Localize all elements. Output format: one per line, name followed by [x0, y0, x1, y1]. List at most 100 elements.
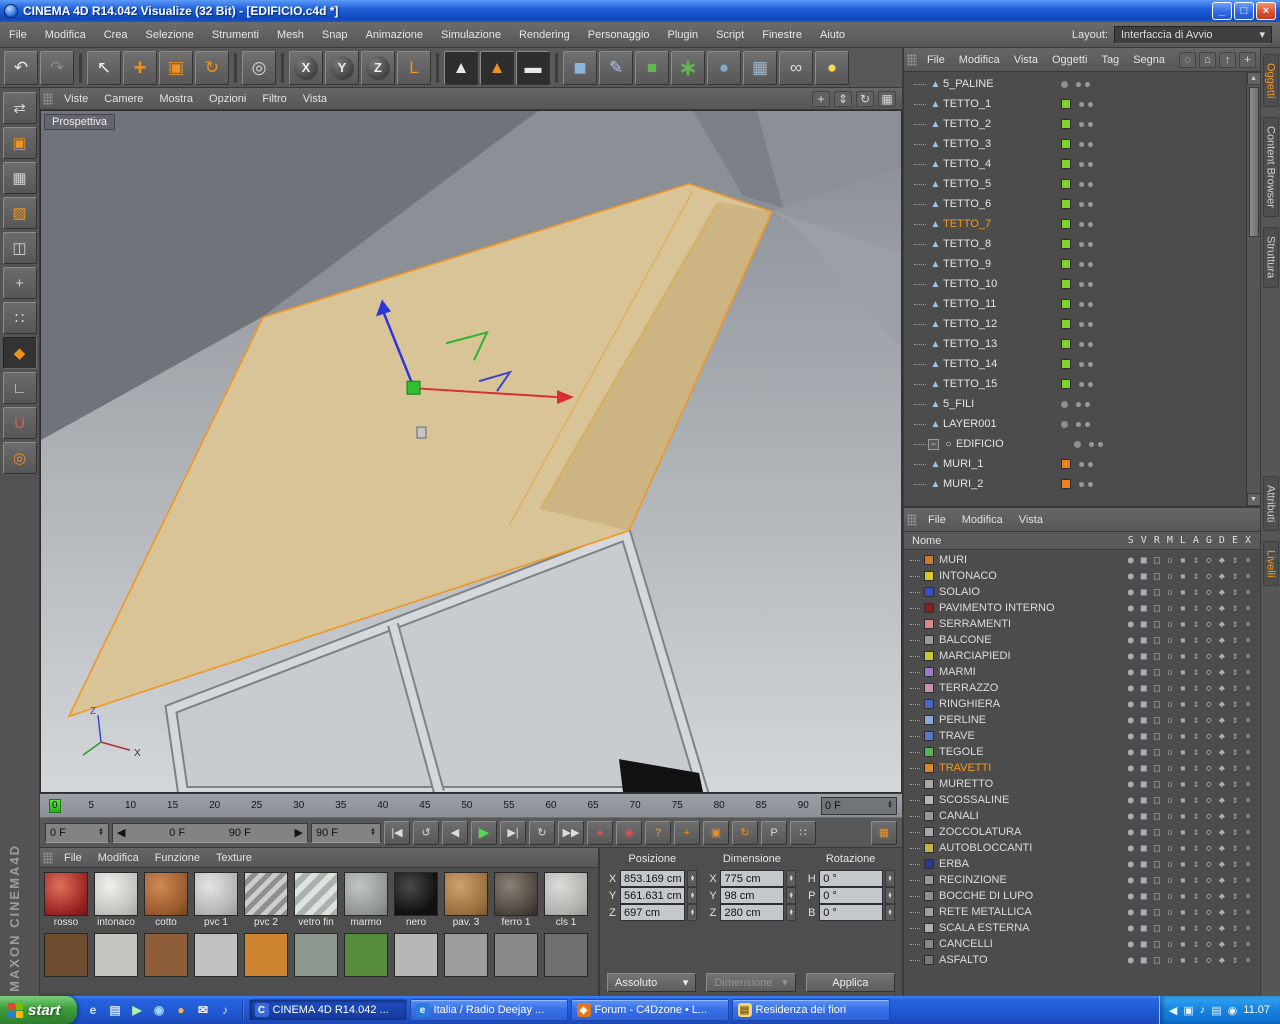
layout-select[interactable]: Interfaccia di Avvio ▾ [1114, 25, 1272, 44]
workplane-icon[interactable]: ◫ [2, 232, 37, 264]
timeline-tick[interactable]: 65 [587, 800, 598, 811]
object-name[interactable]: TETTO_3 [943, 138, 1051, 150]
stepper[interactable]: ▲ ▼ [687, 904, 698, 921]
object-name[interactable]: TETTO_11 [943, 298, 1051, 310]
material-item[interactable]: vetro fin [293, 872, 339, 929]
visibility-dots[interactable] [1076, 401, 1090, 407]
layer-manager-menu-item[interactable]: Modifica [954, 514, 1011, 526]
keyframe-presets-icon[interactable]: ▦ [871, 820, 897, 845]
layer-name[interactable]: ERBA [939, 858, 1128, 870]
light-icon[interactable]: ● [815, 50, 849, 85]
side-tab[interactable]: Content Browser [1262, 117, 1279, 218]
visibility-dots[interactable] [1076, 81, 1090, 87]
coordinate-field[interactable]: 98 cm [720, 887, 785, 904]
timeline-tick[interactable]: 85 [756, 800, 767, 811]
layer-row[interactable]: TERRAZZO ●■□▫▪↕◇◆↕× [904, 680, 1260, 696]
visibility-dots[interactable] [1079, 221, 1093, 227]
layer-row[interactable]: PERLINE ●■□▫▪↕◇◆↕× [904, 712, 1260, 728]
layer-row[interactable]: RINGHIERA ●■□▫▪↕◇◆↕× [904, 696, 1260, 712]
object-name[interactable]: TETTO_1 [943, 98, 1051, 110]
layer-color-chip[interactable] [924, 667, 934, 677]
layer-color-chip[interactable] [924, 859, 934, 869]
music-icon[interactable]: ♪ [217, 1002, 234, 1019]
layer-toggle-icons[interactable]: ●■□▫▪↕◇◆↕× [1128, 955, 1260, 966]
menu-item[interactable]: Strumenti [203, 29, 268, 41]
side-tab[interactable]: Oggetti [1262, 54, 1279, 108]
end-frame-field[interactable]: 90 F ▲ ▼ [311, 822, 381, 843]
visibility-dots[interactable] [1079, 281, 1093, 287]
object-name[interactable]: TETTO_9 [943, 258, 1051, 270]
redo-icon[interactable]: ↷ [40, 50, 74, 85]
make-editable-icon[interactable]: ▣ [2, 127, 37, 159]
layer-color-chip[interactable] [924, 715, 934, 725]
autokey-button[interactable]: ◉ [616, 820, 642, 845]
layer-name[interactable]: SCALA ESTERNA [939, 922, 1128, 934]
layer-row[interactable]: TEGOLE ●■□▫▪↕◇◆↕× [904, 744, 1260, 760]
layer-color-chip[interactable] [924, 587, 934, 597]
material-preview[interactable] [194, 872, 238, 916]
visibility-dots[interactable] [1079, 261, 1093, 267]
range-left-arrow[interactable]: ◀ [117, 826, 125, 839]
layer-chip[interactable] [1061, 379, 1071, 389]
layer-row[interactable]: PAVIMENTO INTERNO ●■□▫▪↕◇◆↕× [904, 600, 1260, 616]
material-preview[interactable] [344, 872, 388, 916]
menu-item[interactable]: Crea [95, 29, 137, 41]
layer-color-chip[interactable] [924, 923, 934, 933]
record-keyframe-button[interactable]: ● [587, 820, 613, 845]
layer-name[interactable]: SERRAMENTI [939, 618, 1128, 630]
object-row[interactable]: ▲ TETTO_7 [904, 214, 1246, 234]
layer-color-chip[interactable] [924, 731, 934, 741]
material-item[interactable] [193, 933, 239, 990]
object-row[interactable]: ▲ 5_FILI [904, 394, 1246, 414]
layer-name[interactable]: MURETTO [939, 778, 1128, 790]
layer-toggle-icons[interactable]: ●■□▫▪↕◇◆↕× [1128, 859, 1260, 870]
separator[interactable] [281, 52, 284, 83]
apply-button[interactable]: Applica [805, 973, 895, 992]
object-row[interactable]: ▲ TETTO_9 [904, 254, 1246, 274]
layer-name[interactable]: AUTOBLOCCANTI [939, 842, 1128, 854]
edges-mode-icon[interactable]: ∟ [2, 372, 37, 404]
rotate-icon[interactable]: ↻ [195, 50, 229, 85]
material-preview[interactable] [194, 933, 238, 977]
object-list-scrollbar[interactable]: ▲ ▼ [1246, 72, 1260, 506]
viewport-menu-item[interactable]: Mostra [151, 93, 201, 105]
layer-toggle-icons[interactable]: ●■□▫▪↕◇◆↕× [1128, 571, 1260, 582]
material-preview[interactable] [244, 933, 288, 977]
layer-toggle-icons[interactable]: ●■□▫▪↕◇◆↕× [1128, 939, 1260, 950]
stepper[interactable]: ▲ ▼ [687, 870, 698, 887]
layer-chip[interactable] [1061, 319, 1071, 329]
material-item[interactable] [93, 933, 139, 990]
current-frame-field[interactable]: 0 F ▲ ▼ [821, 796, 897, 815]
object-row[interactable]: ▲ TETTO_3 [904, 134, 1246, 154]
preview-range-slider[interactable]: ◀ 0 F 90 F ▶ [112, 822, 308, 843]
layer-chip[interactable] [1061, 239, 1071, 249]
object-name[interactable]: TETTO_4 [943, 158, 1051, 170]
timeline-tick[interactable]: 25 [251, 800, 262, 811]
layer-color-chip[interactable] [924, 843, 934, 853]
layer-toggle-icons[interactable]: ●■□▫▪↕◇◆↕× [1128, 603, 1260, 614]
key-rotation-icon[interactable]: ↻ [732, 820, 758, 845]
material-preview[interactable] [244, 872, 288, 916]
stepper[interactable]: ▲ ▼ [885, 904, 896, 921]
add-icon[interactable]: + [1239, 51, 1256, 68]
object-name[interactable]: EDIFICIO [956, 438, 1064, 450]
material-item[interactable]: pav. 3 [443, 872, 489, 929]
layer-color-chip[interactable] [924, 635, 934, 645]
material-item[interactable] [393, 933, 439, 990]
layer-toggle-icons[interactable]: ●■□▫▪↕◇◆↕× [1128, 907, 1260, 918]
layer-row[interactable]: CANCELLI ●■□▫▪↕◇◆↕× [904, 936, 1260, 952]
stepper[interactable]: ▲ ▼ [786, 887, 797, 904]
coordinate-field[interactable]: 280 cm [720, 904, 785, 921]
layer-chip[interactable] [1061, 420, 1068, 428]
menu-item[interactable]: Plugin [659, 29, 708, 41]
key-scale-icon[interactable]: ▣ [703, 820, 729, 845]
coordinate-field[interactable]: 0 ° [819, 870, 884, 887]
material-menu-item[interactable]: Modifica [90, 852, 147, 864]
layer-toggle-icons[interactable]: ●■□▫▪↕◇◆↕× [1128, 779, 1260, 790]
timeline-ruler[interactable]: 0 5 10 15 20 25 30 35 40 45 50 55 60 65 70 75 80 85 90 0 F… [40, 793, 902, 817]
visibility-dots[interactable] [1079, 301, 1093, 307]
layer-chip[interactable] [1061, 179, 1071, 189]
material-item[interactable] [43, 933, 89, 990]
show-desktop-icon[interactable]: ▤ [107, 1002, 124, 1019]
material-item[interactable]: pvc 1 [193, 872, 239, 929]
